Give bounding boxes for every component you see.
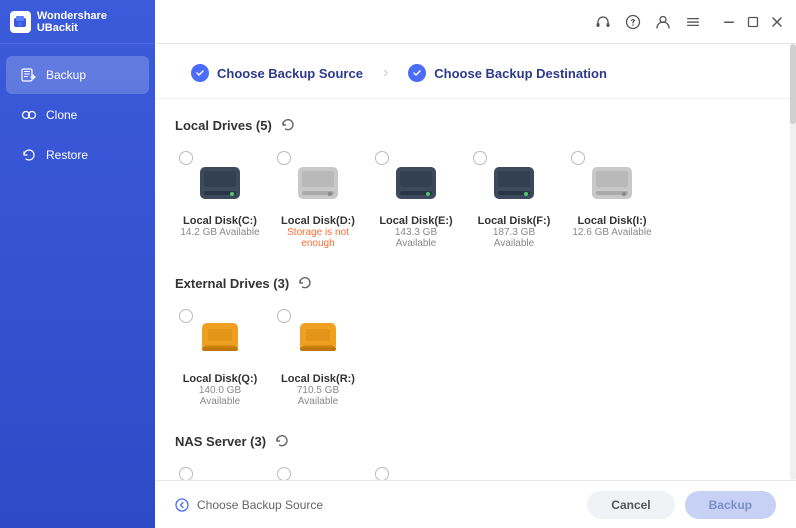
menu-icon[interactable] xyxy=(684,13,702,31)
nas-x[interactable]: homes(X:) xyxy=(175,463,265,480)
step-source-check xyxy=(191,64,209,82)
drive-e-radio[interactable] xyxy=(375,151,389,165)
drive-c-label: Local Disk(C:) xyxy=(183,215,257,227)
drive-d-radio[interactable] xyxy=(277,151,291,165)
sidebar: Wondershare UBackit Backup xyxy=(0,0,155,528)
user-icon[interactable] xyxy=(654,13,672,31)
nas-z-radio[interactable] xyxy=(375,467,389,480)
drive-d-icon xyxy=(290,155,346,211)
drive-c-size: 14.2 GB Available xyxy=(180,227,259,238)
drive-i-size: 12.6 GB Available xyxy=(572,227,651,238)
sidebar-item-restore[interactable]: Restore xyxy=(6,136,149,174)
sidebar-item-backup-label: Backup xyxy=(46,68,86,82)
steps-header: Choose Backup Source › Choose Backup Des… xyxy=(155,44,796,99)
drive-i-radio[interactable] xyxy=(571,151,585,165)
step-destination-check xyxy=(408,64,426,82)
drive-c-icon xyxy=(192,155,248,211)
sidebar-item-restore-label: Restore xyxy=(46,148,88,162)
drive-q-icon xyxy=(192,313,248,369)
minimize-button[interactable] xyxy=(720,13,738,31)
drive-e[interactable]: Local Disk(E:) 143.3 GB Available xyxy=(371,147,461,257)
drive-q-size: 140.0 GB Available xyxy=(179,385,261,407)
step-destination[interactable]: Choose Backup Destination xyxy=(392,58,623,88)
nas-server-grid: homes(X:) xyxy=(175,459,776,480)
local-drives-header: Local Drives (5) xyxy=(175,117,776,133)
title-bar xyxy=(155,0,796,44)
step-divider: › xyxy=(383,64,388,82)
backup-button[interactable]: Backup xyxy=(685,491,776,519)
local-drives-refresh[interactable] xyxy=(280,117,296,133)
nas-y-radio[interactable] xyxy=(277,467,291,480)
clone-icon xyxy=(20,106,38,124)
nas-z[interactable]: home(Z:) xyxy=(371,463,461,480)
nas-y[interactable]: video(Y:) xyxy=(273,463,363,480)
scrollbar-thumb[interactable] xyxy=(790,44,796,124)
drive-f-size: 187.3 GB Available xyxy=(473,227,555,249)
drive-d-label: Local Disk(D:) xyxy=(281,215,355,227)
scrollbar-track xyxy=(790,44,796,480)
drive-f-label: Local Disk(F:) xyxy=(478,215,551,227)
logo-icon xyxy=(10,11,31,33)
drive-c-radio[interactable] xyxy=(179,151,193,165)
logo-text: Wondershare UBackit xyxy=(37,10,145,34)
drive-e-size: 143.3 GB Available xyxy=(375,227,457,249)
external-drives-grid: Local Disk(Q:) 140.0 GB Available xyxy=(175,301,776,419)
nas-server-title: NAS Server (3) xyxy=(175,434,266,449)
drive-r-label: Local Disk(R:) xyxy=(281,373,355,385)
nas-z-icon xyxy=(388,471,444,480)
drive-f-icon xyxy=(486,155,542,211)
step-source-label: Choose Backup Source xyxy=(217,66,363,81)
external-drives-title: External Drives (3) xyxy=(175,276,289,291)
footer-back-link[interactable]: Choose Backup Source xyxy=(175,498,323,512)
drive-i-icon xyxy=(584,155,640,211)
nas-x-icon xyxy=(192,471,248,480)
footer-actions: Cancel Backup xyxy=(587,491,776,519)
sidebar-item-backup[interactable]: Backup xyxy=(6,56,149,94)
drive-c[interactable]: Local Disk(C:) 14.2 GB Available xyxy=(175,147,265,257)
drive-r-icon xyxy=(290,313,346,369)
drive-q[interactable]: Local Disk(Q:) 140.0 GB Available xyxy=(175,305,265,415)
drive-r[interactable]: Local Disk(R:) 710.5 GB Available xyxy=(273,305,363,415)
nas-x-radio[interactable] xyxy=(179,467,193,480)
drive-r-size: 710.5 GB Available xyxy=(277,385,359,407)
drive-r-radio[interactable] xyxy=(277,309,291,323)
drive-i[interactable]: Local Disk(I:) 12.6 GB Available xyxy=(567,147,657,257)
content-area: Local Drives (5) xyxy=(155,99,796,480)
step-source[interactable]: Choose Backup Source xyxy=(175,58,379,88)
sidebar-item-clone-label: Clone xyxy=(46,108,77,122)
drive-e-label: Local Disk(E:) xyxy=(379,215,452,227)
drive-q-label: Local Disk(Q:) xyxy=(183,373,258,385)
sidebar-nav: Backup Clone Restore xyxy=(0,44,155,528)
nas-y-icon xyxy=(290,471,346,480)
main-panel: Choose Backup Source › Choose Backup Des… xyxy=(155,0,796,528)
headphones-icon[interactable] xyxy=(594,13,612,31)
local-drives-title: Local Drives (5) xyxy=(175,118,272,133)
drive-f[interactable]: Local Disk(F:) 187.3 GB Available xyxy=(469,147,559,257)
question-icon[interactable] xyxy=(624,13,642,31)
drive-d[interactable]: Local Disk(D:) Storage is not enough xyxy=(273,147,363,257)
titlebar-actions xyxy=(594,13,786,31)
nas-server-refresh[interactable] xyxy=(274,433,290,449)
restore-icon xyxy=(20,146,38,164)
app-container: Wondershare UBackit Backup xyxy=(0,0,796,528)
app-logo: Wondershare UBackit xyxy=(0,0,155,44)
drive-d-size: Storage is not enough xyxy=(277,227,359,249)
drive-e-icon xyxy=(388,155,444,211)
sidebar-item-clone[interactable]: Clone xyxy=(6,96,149,134)
local-drives-grid: Local Disk(C:) 14.2 GB Available L xyxy=(175,143,776,261)
step-destination-label: Choose Backup Destination xyxy=(434,66,607,81)
backup-icon xyxy=(20,66,38,84)
close-button[interactable] xyxy=(768,13,786,31)
nas-server-header: NAS Server (3) xyxy=(175,433,776,449)
drive-q-radio[interactable] xyxy=(179,309,193,323)
external-drives-header: External Drives (3) xyxy=(175,275,776,291)
footer-back-label: Choose Backup Source xyxy=(197,498,323,512)
drive-i-label: Local Disk(I:) xyxy=(577,215,646,227)
maximize-button[interactable] xyxy=(744,13,762,31)
window-controls xyxy=(720,13,786,31)
cancel-button[interactable]: Cancel xyxy=(587,491,674,519)
drive-f-radio[interactable] xyxy=(473,151,487,165)
footer: Choose Backup Source Cancel Backup xyxy=(155,480,796,528)
external-drives-refresh[interactable] xyxy=(297,275,313,291)
